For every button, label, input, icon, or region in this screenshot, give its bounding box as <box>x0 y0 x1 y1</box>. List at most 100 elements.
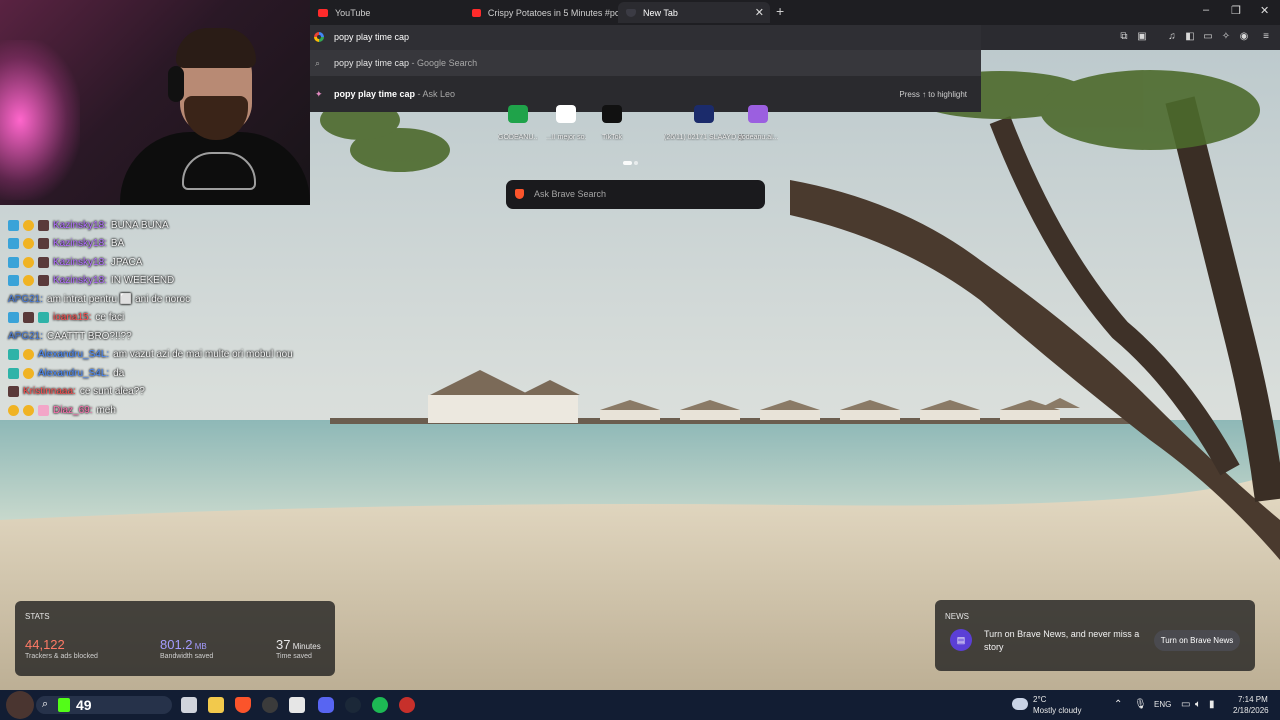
tab-new-tab[interactable]: New Tab ✕ <box>618 2 770 23</box>
chat-badge-icon <box>23 275 34 286</box>
new-tab-button[interactable]: + <box>776 3 784 19</box>
chat-text: BUNA BUNA <box>110 219 169 231</box>
chat-message: Kristinnaaa: ce sunt alea?? <box>8 383 145 401</box>
chat-username[interactable]: Kazinsky18: <box>53 257 107 268</box>
task-view-icon[interactable] <box>181 697 197 713</box>
clock-time[interactable]: 7:14 PM <box>1238 695 1268 704</box>
screenshot-icon[interactable]: ▣ <box>1136 31 1148 43</box>
chat-username[interactable]: ioana15: <box>53 312 91 323</box>
store-icon[interactable] <box>289 697 305 713</box>
chat-badge-icon <box>8 386 19 397</box>
menu-icon[interactable]: ≡ <box>1260 31 1272 43</box>
stat-number: 44,122 <box>25 637 65 652</box>
stream-chat: Kazinsky18: BUNA BUNA Kazinsky18: BA Kazinsk… <box>0 205 360 425</box>
top-site-tile[interactable]: GODEANU... <box>498 105 538 141</box>
microphone-icon[interactable]: 🎙︎ <box>1134 699 1147 710</box>
omnibox-suggestions: ⌕ popy play time cap - Google Search ✦ p… <box>310 50 981 112</box>
chat-username[interactable]: Alexandru_S4L: <box>38 368 109 379</box>
turn-on-news-button[interactable]: Turn on Brave News <box>1154 630 1240 651</box>
site-favicon <box>556 105 576 123</box>
top-sites-pagination[interactable] <box>623 154 640 168</box>
stat-label: Trackers & ads blocked <box>25 653 98 660</box>
chat-username[interactable]: Alexandru_S4L: <box>38 349 109 360</box>
webcam-overlay <box>0 0 310 205</box>
tab-youtube[interactable]: YouTube <box>310 2 462 23</box>
chat-message: Diaz_69: meh <box>8 401 116 419</box>
minimize-icon[interactable]: – <box>1203 4 1209 16</box>
site-favicon <box>694 105 714 123</box>
chat-username[interactable]: Kristinnaaa: <box>23 386 76 397</box>
close-tab-icon[interactable]: ✕ <box>755 6 764 19</box>
weather-desc[interactable]: Mostly cloudy <box>1033 706 1081 715</box>
weather-temp[interactable]: 2°C <box>1033 695 1046 704</box>
volume-icon[interactable]: 🔈︎ <box>1195 699 1201 710</box>
stat-number: 801.2 <box>160 637 193 652</box>
file-explorer-icon[interactable] <box>208 697 224 713</box>
language-indicator[interactable]: ENG <box>1154 700 1171 709</box>
top-site-tile[interactable]: godeanu.al... <box>738 105 778 141</box>
stat-bandwidth: 801.2 MB Bandwidth saved <box>160 637 213 660</box>
stats-heading: STATS <box>25 612 50 621</box>
chat-username[interactable]: Kazinsky18: <box>53 220 107 231</box>
maximize-icon[interactable]: ❐ <box>1231 4 1241 17</box>
battery-icon[interactable]: ▮ <box>1209 699 1215 710</box>
chat-message: Kazinsky18: BUNA BUNA <box>8 216 169 234</box>
site-label: GODEANU... <box>498 134 538 141</box>
suggestion-source: - Google Search <box>409 58 478 68</box>
tab-crispy-potatoes[interactable]: Crispy Potatoes in 5 Minutes #potato <box>464 2 618 23</box>
media-icon[interactable]: ♫ <box>1166 31 1178 43</box>
sidebar-icon[interactable]: ◧ <box>1184 31 1196 43</box>
chat-username[interactable]: APG21: <box>8 331 43 342</box>
top-site-tile[interactable]: ...II mejor so... <box>546 105 586 141</box>
extensions-icon[interactable]: ⧉ <box>1118 31 1130 43</box>
brave-browser-icon[interactable] <box>235 697 251 713</box>
chat-badge-icon <box>23 312 34 323</box>
top-sites: GODEANU... ...II mejor so... TikTok (26/… <box>498 105 778 145</box>
wallet-icon[interactable]: ▭ <box>1202 31 1214 43</box>
chat-username[interactable]: Kazinsky18: <box>53 238 107 249</box>
spotify-icon[interactable] <box>372 697 388 713</box>
chat-badge-icon <box>8 349 19 360</box>
leo-ai-icon[interactable]: ✧ <box>1220 31 1232 43</box>
steam-icon[interactable] <box>345 697 361 713</box>
top-site-tile[interactable]: TikTok <box>592 105 632 141</box>
chat-text: ce faci <box>95 312 125 323</box>
address-bar-query[interactable]: popy play time cap <box>334 32 409 42</box>
vpn-icon[interactable]: ◉ <box>1238 31 1250 43</box>
chat-username[interactable]: Diaz_69: <box>53 405 92 416</box>
app-icon[interactable] <box>399 697 415 713</box>
chat-badge-icon <box>23 404 34 416</box>
search-icon: ⌕ <box>42 698 49 710</box>
network-icon[interactable]: ▭ <box>1181 699 1190 710</box>
tab-title: New Tab <box>643 7 678 18</box>
clock-date[interactable]: 2/18/2026 <box>1233 706 1269 715</box>
chat-badge-icon <box>8 219 19 231</box>
site-label: godeanu.al... <box>738 134 778 141</box>
chat-badge-icon <box>38 238 49 249</box>
chat-badge-icon <box>23 367 34 379</box>
chat-username[interactable]: Kazinsky18: <box>53 275 107 286</box>
top-site-tile[interactable]: (26/11) 02171 SLAAYD Wi... <box>664 105 744 141</box>
chevron-up-icon[interactable]: ⌃ <box>1114 699 1122 710</box>
suggestion-google-search[interactable]: ⌕ popy play time cap - Google Search <box>310 50 981 76</box>
chat-text: ce sunt alea?? <box>79 386 145 397</box>
site-label: TikTok <box>602 134 622 141</box>
news-icon: ▤ <box>950 629 972 651</box>
chat-badge-icon <box>23 349 34 360</box>
discord-icon[interactable] <box>318 697 334 713</box>
stat-time: 37 Minutes Time saved <box>276 637 321 660</box>
chat-message: ioana15: ce faci <box>8 309 124 327</box>
address-bar[interactable]: popy play time cap <box>310 25 981 50</box>
news-text: Turn on Brave News, and never miss a sto… <box>984 629 1140 652</box>
site-label: (26/11) 02171 SLAAYD Wi... <box>664 134 744 141</box>
brave-search-box[interactable]: Ask Brave Search <box>506 180 765 209</box>
brave-shield-icon <box>626 8 636 17</box>
chat-username[interactable]: APG21: <box>8 294 43 305</box>
obs-icon[interactable] <box>262 697 278 713</box>
stat-unit: Minutes <box>290 642 321 651</box>
taskbar-search[interactable]: ⌕ 49 <box>36 696 172 714</box>
suggestion-ask-leo[interactable]: ✦ popy play time cap - Ask Leo Press ↑ t… <box>310 81 981 107</box>
chat-badge-icon <box>8 275 19 286</box>
close-window-icon[interactable]: ✕ <box>1260 4 1269 17</box>
brave-lion-icon <box>515 189 524 199</box>
